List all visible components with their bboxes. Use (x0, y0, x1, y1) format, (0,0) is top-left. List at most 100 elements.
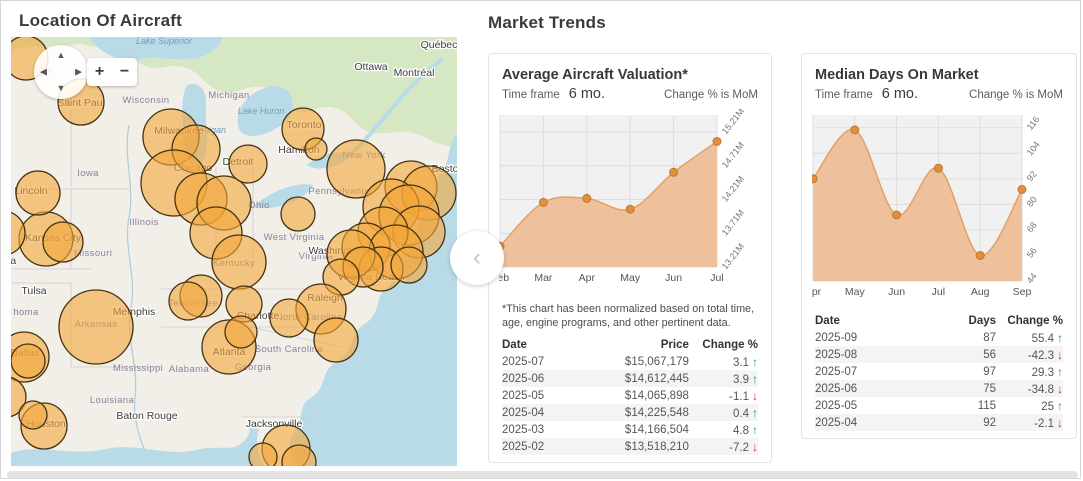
pan-right-icon[interactable]: ▶ (75, 68, 82, 77)
pan-left-icon[interactable]: ◀ (40, 68, 47, 77)
aircraft-bubble[interactable] (281, 197, 315, 231)
city-label: Baton Rouge (116, 410, 177, 422)
aircraft-bubble[interactable] (169, 282, 207, 320)
aircraft-bubble[interactable] (11, 344, 45, 378)
state-label: Louisiana (90, 395, 135, 406)
change-cell: 4.8↑ (689, 421, 758, 438)
aircraft-location-map[interactable]: Lake SuperiorLake MichiganLake Huronsota… (11, 37, 457, 466)
aircraft-bubble[interactable] (305, 138, 327, 160)
city-label: Ottawa (354, 61, 387, 73)
change-value: 25 (1041, 401, 1054, 413)
data-point[interactable] (812, 175, 817, 183)
time-frame-value[interactable]: 6 mo. (569, 86, 605, 102)
change-value: -34.8 (1028, 384, 1054, 396)
table-row: 2025-079729.3↑ (815, 363, 1063, 380)
data-point[interactable] (976, 252, 984, 260)
days-chart[interactable]: 4456688092104116AprMayJunJulAugSep (812, 109, 1070, 306)
x-axis-tick: Apr (579, 272, 596, 284)
pan-down-icon[interactable]: ▼ (57, 84, 66, 93)
pan-up-icon[interactable]: ▲ (57, 51, 66, 60)
lake-label: Lake Huron (238, 106, 285, 116)
value-cell: $14,225,548 (581, 404, 689, 421)
table-row: 2025-03$14,166,5044.8↑ (502, 421, 758, 438)
zoom-out-button[interactable]: − (112, 58, 137, 86)
time-frame-label: Time frame (815, 89, 873, 101)
arrow-up-icon: ↑ (752, 423, 758, 437)
x-axis-tick: Jun (665, 272, 682, 284)
y-axis-tick: 14.71M (720, 140, 746, 170)
change-cell: 3.1↑ (689, 353, 758, 370)
state-label: Illinois (129, 217, 159, 228)
table-row: 2025-07$15,067,1793.1↑ (502, 353, 758, 370)
change-value: 55.4 (1032, 333, 1054, 345)
arrow-up-icon: ↑ (1057, 331, 1063, 345)
aircraft-bubble[interactable] (391, 247, 427, 283)
city-label: Tulsa (21, 285, 46, 297)
change-value: 0.4 (733, 408, 749, 420)
value-cell: $14,065,898 (581, 387, 689, 404)
zoom-in-button[interactable]: + (87, 58, 112, 86)
aircraft-bubble[interactable] (16, 171, 60, 215)
aircraft-bubble[interactable] (19, 401, 47, 429)
state-label: Alabama (169, 364, 210, 375)
data-point[interactable] (934, 164, 942, 172)
change-cell: -7.2↓ (689, 438, 758, 455)
city-label: Québec (421, 39, 457, 51)
x-axis-tick: Jul (710, 272, 723, 284)
aircraft-bubble[interactable] (43, 222, 83, 262)
change-note: Change % is MoM (664, 89, 758, 101)
table-row: 2025-06$14,612,4453.9↑ (502, 370, 758, 387)
arrow-up-icon: ↑ (752, 355, 758, 369)
change-value: 3.9 (733, 374, 749, 386)
data-point[interactable] (893, 211, 901, 219)
data-point[interactable] (1018, 186, 1026, 194)
data-point[interactable] (539, 198, 547, 206)
data-point[interactable] (670, 168, 678, 176)
city-label: Montréal (394, 67, 435, 79)
aircraft-bubble[interactable] (229, 145, 267, 183)
arrow-down-icon: ↓ (752, 440, 758, 454)
data-point[interactable] (713, 138, 721, 146)
data-point[interactable] (851, 126, 859, 134)
date-cell: 2025-06 (502, 370, 581, 387)
aircraft-bubble[interactable] (212, 235, 266, 289)
aircraft-bubble[interactable] (59, 290, 133, 364)
aircraft-bubble[interactable] (270, 299, 308, 337)
change-cell: 0.4↑ (689, 404, 758, 421)
time-frame-value[interactable]: 6 mo. (882, 86, 918, 102)
aircraft-bubble[interactable] (225, 316, 257, 348)
x-axis-tick: May (620, 272, 641, 284)
carousel-previous-button[interactable]: ‹ (450, 231, 504, 285)
change-value: -2.1 (1034, 418, 1054, 430)
data-point[interactable] (583, 194, 591, 202)
table-header: Change % (689, 337, 758, 353)
y-axis-tick: 104 (1025, 140, 1042, 158)
table-header: Change % (996, 313, 1063, 329)
change-cell: 29.3↑ (996, 363, 1063, 380)
lake-label: Lake Superior (136, 37, 193, 46)
state-label: Michigan (208, 90, 249, 101)
x-axis-tick: Sep (1013, 286, 1032, 298)
table-row: 2025-098755.4↑ (815, 329, 1063, 346)
x-axis-tick: Apr (812, 286, 822, 298)
days-card-title: Median Days On Market (815, 67, 1063, 83)
map-pan-control[interactable]: ▲ ▼ ◀ ▶ (34, 45, 88, 99)
x-axis-tick: May (845, 286, 866, 298)
value-cell: 97 (892, 363, 996, 380)
y-axis-tick: 44 (1025, 271, 1039, 285)
date-cell: 2025-05 (815, 397, 892, 414)
aircraft-bubble[interactable] (249, 443, 277, 466)
map-panel-title: Location Of Aircraft (19, 11, 182, 31)
change-cell: 25↑ (996, 397, 1063, 414)
data-point[interactable] (626, 205, 634, 213)
x-axis-tick: Feb (499, 272, 509, 284)
y-axis-tick: 15.21M (720, 109, 746, 136)
table-header: Days (892, 313, 996, 329)
date-cell: 2025-08 (815, 346, 892, 363)
valuation-chart[interactable]: 13.21M13.71M14.21M14.71M15.21MFebMarAprM… (499, 109, 765, 292)
y-axis-tick: 13.21M (720, 241, 746, 271)
arrow-down-icon: ↓ (1057, 348, 1063, 362)
state-label: Mississippi (113, 363, 163, 374)
aircraft-bubble[interactable] (314, 318, 358, 362)
horizontal-scrollbar[interactable] (7, 471, 1078, 479)
